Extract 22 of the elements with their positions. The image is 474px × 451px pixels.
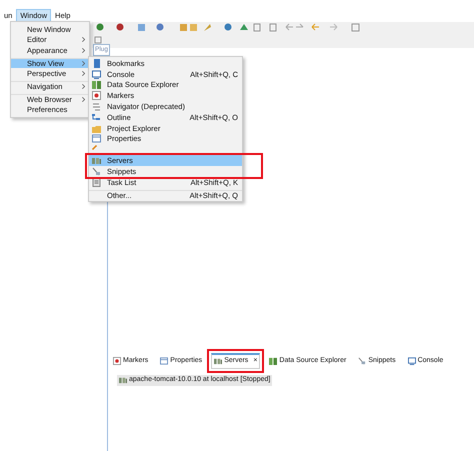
server-icon xyxy=(92,156,101,166)
database-icon xyxy=(269,356,278,365)
window-icon xyxy=(92,134,101,144)
database-icon xyxy=(92,80,101,90)
marker-list-icon xyxy=(113,356,121,365)
marker-list-icon xyxy=(92,91,101,100)
server-icon xyxy=(119,376,127,384)
folder-icon xyxy=(92,124,101,133)
list-icon xyxy=(92,102,101,112)
chevron-right-icon xyxy=(82,84,85,90)
monitor-icon xyxy=(92,70,101,79)
snippet-icon xyxy=(358,356,366,365)
chevron-right-icon xyxy=(82,96,85,102)
pencil-icon xyxy=(92,145,97,150)
bookmark-icon xyxy=(92,58,101,68)
server-icon xyxy=(214,357,222,366)
monitor-icon xyxy=(408,356,416,365)
snippet-icon xyxy=(92,166,101,176)
highlight-frame xyxy=(207,349,264,372)
outline-icon xyxy=(92,112,101,122)
clipboard-icon xyxy=(92,178,101,187)
window-icon xyxy=(160,356,168,365)
